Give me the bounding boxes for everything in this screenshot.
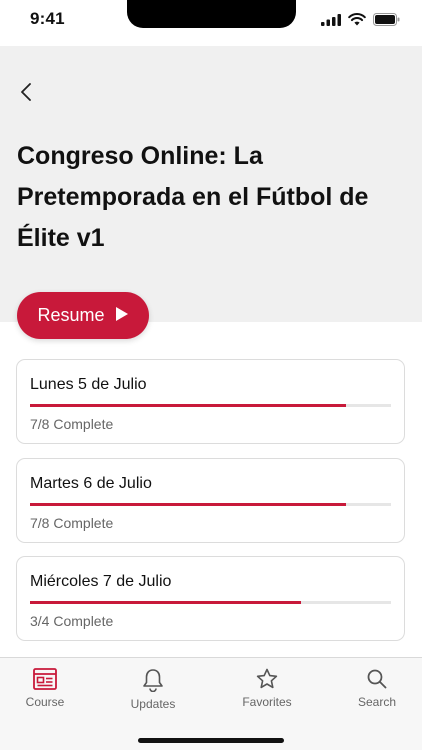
day-title: Lunes 5 de Julio	[30, 376, 147, 393]
tab-label: Favorites	[242, 695, 292, 709]
battery-icon	[373, 13, 400, 31]
progress-fill	[30, 601, 301, 604]
status-time: 9:41	[30, 9, 65, 28]
progress-fill	[30, 404, 346, 407]
star-icon	[256, 668, 278, 689]
resume-label: Resume	[37, 305, 105, 325]
day-title: Martes 6 de Julio	[30, 475, 152, 492]
page-title: Congreso Online: La Pretemporada en el F…	[17, 142, 369, 252]
home-indicator	[138, 738, 284, 743]
back-button[interactable]	[14, 80, 38, 104]
search-icon	[367, 669, 387, 689]
day-card-miercoles[interactable]: Miércoles 7 de Julio 3/4 Complete	[16, 556, 405, 641]
day-card-lunes[interactable]: Lunes 5 de Julio 7/8 Complete	[16, 359, 405, 444]
day-title: Miércoles 7 de Julio	[30, 573, 172, 590]
course-icon	[33, 668, 57, 690]
signal-icon	[321, 13, 341, 31]
progress-fill	[30, 503, 346, 506]
chevron-left-icon	[21, 83, 31, 101]
tab-updates[interactable]: Updates	[108, 668, 198, 711]
progress-bar	[30, 601, 391, 604]
device-notch	[127, 0, 296, 28]
progress-bar	[30, 404, 391, 407]
tab-label: Search	[357, 695, 397, 709]
day-status: 7/8 Complete	[30, 416, 114, 432]
wifi-icon	[348, 13, 366, 31]
tab-course[interactable]: Course	[0, 668, 90, 709]
day-card-martes[interactable]: Martes 6 de Julio 7/8 Complete	[16, 458, 405, 543]
bell-icon	[143, 669, 163, 692]
play-icon	[115, 306, 129, 325]
status-icons	[321, 13, 400, 31]
tab-favorites[interactable]: Favorites	[222, 668, 312, 709]
tab-label: Course	[25, 695, 65, 709]
tab-bar: Course Updates Favorites Search	[0, 657, 422, 750]
progress-bar	[30, 503, 391, 506]
status-bar: 9:41	[0, 0, 422, 46]
tab-label: Updates	[130, 697, 176, 711]
resume-button[interactable]: Resume	[17, 292, 149, 339]
tab-search[interactable]: Search	[332, 668, 422, 709]
day-status: 7/8 Complete	[30, 515, 114, 531]
day-status: 3/4 Complete	[30, 613, 114, 629]
